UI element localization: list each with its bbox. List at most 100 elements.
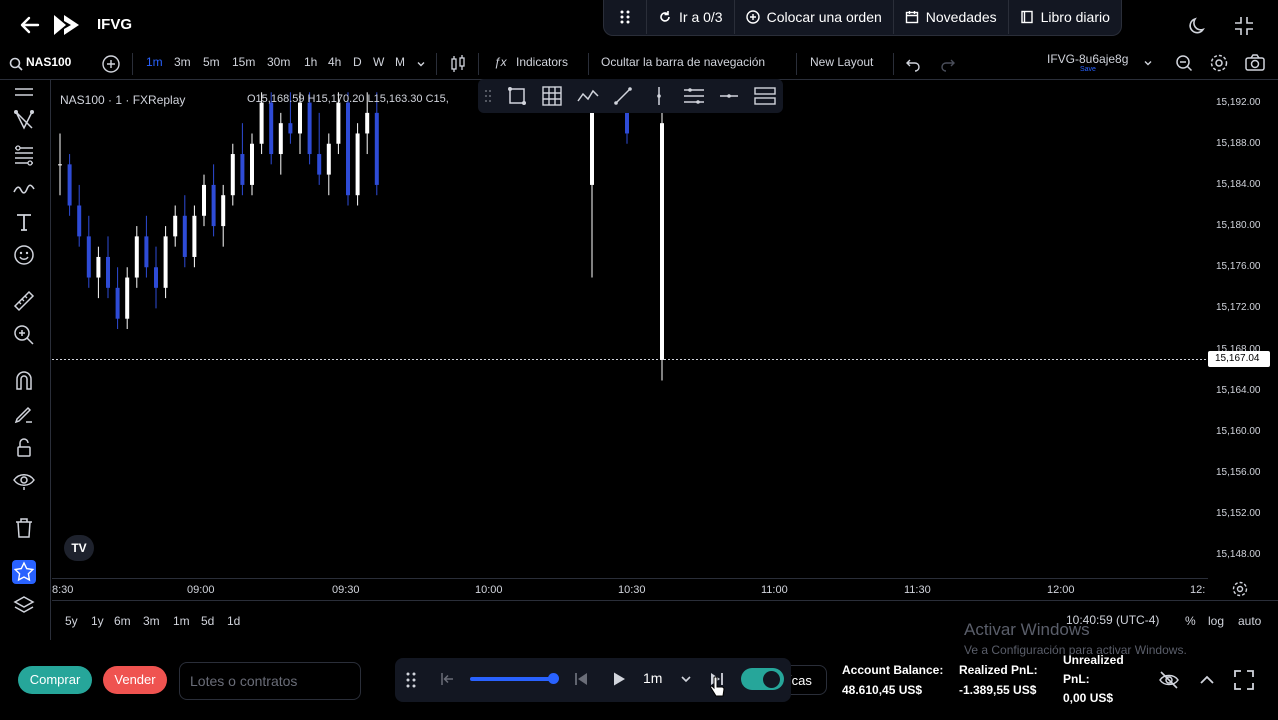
scale-percent-button[interactable]: % — [1185, 614, 1196, 628]
chevron-up-icon[interactable] — [1196, 669, 1218, 691]
position-tool-icon[interactable] — [753, 85, 777, 107]
timeframe-4h[interactable]: 4h — [328, 55, 341, 69]
price-tick-label: 15,192.00 — [1216, 96, 1261, 108]
drawing-mode-icon[interactable] — [12, 402, 36, 426]
scale-log-button[interactable]: log — [1208, 614, 1224, 628]
toggle-knob — [763, 671, 780, 688]
time-tick-label: 12: — [1190, 584, 1206, 596]
go-to-button[interactable]: Ir a 0/3 — [647, 0, 735, 34]
back-arrow-icon[interactable] — [18, 13, 42, 37]
hide-navigation-button[interactable]: Ocultar la barra de navegación — [601, 55, 765, 69]
candles-icon[interactable] — [449, 54, 467, 74]
collapse-icon[interactable] — [1233, 15, 1255, 37]
rectangle-tool-icon[interactable] — [506, 85, 528, 107]
vertical-line-icon[interactable] — [648, 85, 670, 107]
time-axis[interactable]: 8:30 09:00 09:30 10:00 10:30 11:00 11:30 12:00 1… — [52, 578, 1208, 598]
price-axis[interactable]: 15,192.00 15,188.00 15,184.00 15,180.00 15,1… — [1208, 82, 1278, 576]
range-1m[interactable]: 1m — [173, 614, 190, 628]
brand-logo-icon[interactable] — [52, 12, 82, 38]
timeframe-d[interactable]: D — [353, 55, 362, 69]
range-1d[interactable]: 1d — [227, 614, 240, 628]
dark-mode-icon[interactable] — [1187, 15, 1209, 37]
replay-progress-slider[interactable] — [470, 677, 554, 681]
pattern-tool-icon[interactable] — [12, 108, 36, 132]
layers-icon[interactable] — [12, 594, 36, 618]
chart-legend[interactable]: NAS100 · 1 · FXReplay — [60, 93, 185, 107]
trash-icon[interactable] — [12, 516, 36, 540]
book-icon — [1020, 10, 1033, 24]
step-back-icon[interactable] — [573, 671, 589, 687]
lots-input[interactable] — [179, 662, 361, 700]
favorites-star-icon[interactable] — [12, 560, 36, 584]
candle-body — [288, 123, 293, 134]
place-order-button[interactable]: Colocar una orden — [735, 0, 894, 34]
range-6m[interactable]: 6m — [114, 614, 131, 628]
account-balance-value: 48.610,45 US$ — [842, 683, 923, 697]
redo-icon[interactable] — [940, 56, 956, 72]
brush-icon[interactable] — [12, 176, 36, 200]
layout-name[interactable]: IFVG-8u6aje8g — [1047, 52, 1128, 66]
grid-tool-icon[interactable] — [541, 85, 563, 107]
indicators-button[interactable]: Indicators — [516, 55, 568, 69]
parallel-channel-icon[interactable] — [682, 85, 706, 107]
range-1y[interactable]: 1y — [91, 614, 104, 628]
eye-icon[interactable] — [12, 469, 36, 493]
sell-button[interactable]: Vender — [103, 666, 167, 694]
ruler-icon[interactable] — [12, 289, 36, 313]
replay-slider-handle[interactable] — [548, 673, 559, 684]
trend-line-icon[interactable] — [612, 85, 634, 107]
quick-search-icon[interactable] — [1174, 53, 1194, 73]
camera-icon[interactable] — [1244, 53, 1266, 73]
timeframe-3m[interactable]: 3m — [174, 55, 191, 69]
place-order-label: Colocar una orden — [766, 9, 882, 25]
fullscreen-icon[interactable] — [1233, 669, 1255, 691]
lock-icon[interactable] — [12, 436, 36, 460]
text-tool-icon[interactable] — [12, 210, 36, 234]
replay-speed-select[interactable]: 1m — [643, 670, 662, 686]
grid-menu-button[interactable] — [604, 0, 647, 34]
drag-handle-icon[interactable] — [484, 89, 492, 103]
range-5y[interactable]: 5y — [65, 614, 78, 628]
timeframe-1h[interactable]: 1h — [304, 55, 317, 69]
timeframe-m[interactable]: M — [395, 55, 405, 69]
speed-chevron-icon[interactable] — [680, 673, 692, 685]
journal-button[interactable]: Libro diario — [1009, 0, 1121, 34]
indicators-fx-icon[interactable]: ƒx — [494, 55, 507, 69]
scale-auto-button[interactable]: auto — [1238, 614, 1261, 628]
search-icon[interactable] — [9, 57, 23, 71]
timeframe-w[interactable]: W — [373, 55, 384, 69]
buy-button[interactable]: Comprar — [18, 666, 92, 694]
compare-add-icon[interactable] — [101, 54, 121, 74]
timeframe-30m[interactable]: 30m — [267, 55, 290, 69]
undo-icon[interactable] — [905, 56, 921, 72]
candle-body — [269, 102, 274, 155]
timeframe-1m[interactable]: 1m — [146, 55, 163, 69]
timeframe-15m[interactable]: 15m — [232, 55, 255, 69]
magnet-icon[interactable] — [12, 369, 36, 393]
symbol-search[interactable]: NAS100 — [26, 55, 71, 69]
settings-gear-icon[interactable] — [1209, 53, 1229, 73]
path-tool-icon[interactable] — [576, 85, 600, 107]
layout-chevron-icon[interactable] — [1143, 58, 1153, 68]
hide-eye-icon[interactable] — [1158, 669, 1180, 691]
news-button[interactable]: Novedades — [894, 0, 1009, 34]
chevron-down-icon[interactable] — [416, 59, 426, 69]
tradingview-logo[interactable]: TV — [64, 535, 94, 561]
replay-drag-handle-icon[interactable] — [406, 672, 416, 688]
horizontal-line-icon[interactable] — [718, 85, 740, 107]
price-chart[interactable] — [52, 82, 1208, 576]
zoom-in-icon[interactable] — [12, 323, 36, 347]
cursor-lines-icon[interactable] — [12, 83, 36, 107]
play-icon[interactable] — [611, 671, 627, 687]
timeframe-5m[interactable]: 5m — [203, 55, 220, 69]
jump-to-start-icon[interactable] — [439, 671, 455, 687]
new-layout-button[interactable]: New Layout — [810, 55, 873, 69]
chart-settings-gear-icon[interactable] — [1231, 580, 1249, 598]
fib-retracement-icon[interactable] — [12, 143, 36, 167]
toolbar-divider — [132, 53, 133, 75]
emoji-icon[interactable] — [12, 243, 36, 267]
range-5d[interactable]: 5d — [201, 614, 214, 628]
candle-body — [355, 133, 360, 196]
candle-body — [374, 112, 379, 185]
range-3m[interactable]: 3m — [143, 614, 160, 628]
